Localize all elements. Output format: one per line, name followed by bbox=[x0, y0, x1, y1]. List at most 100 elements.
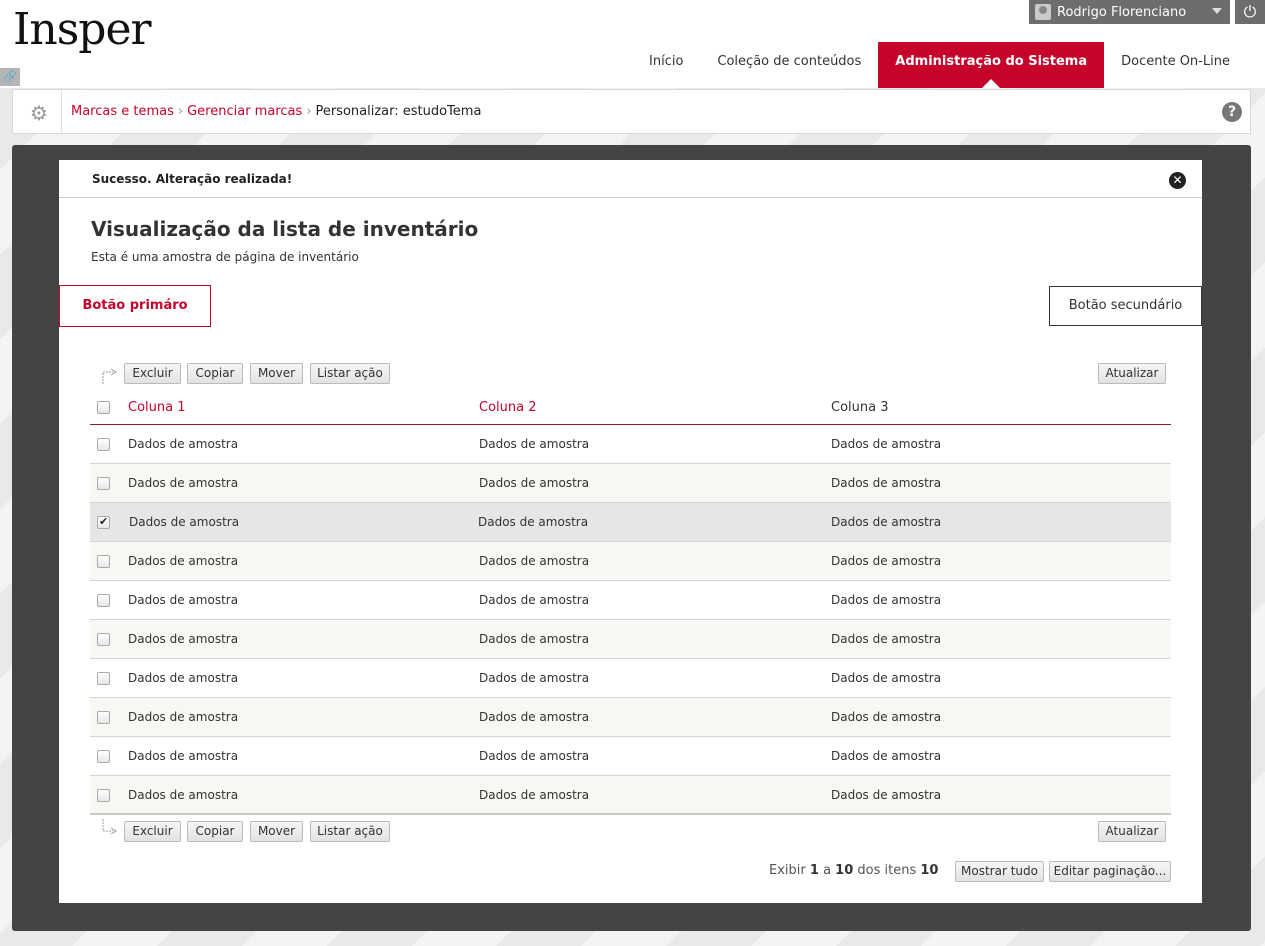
success-message: Sucesso. Alteração realizada! ✕ bbox=[59, 160, 1202, 198]
user-avatar-icon bbox=[1035, 4, 1051, 20]
table-cell: Dados de amostra bbox=[479, 632, 590, 646]
chevron-right-icon: › bbox=[177, 104, 184, 119]
nav-item-colecao[interactable]: Coleção de conteúdos bbox=[700, 42, 878, 88]
refresh-button[interactable]: Atualizar bbox=[1098, 821, 1166, 842]
help-icon[interactable]: ? bbox=[1222, 102, 1242, 122]
user-name: Rodrigo Florenciano bbox=[1057, 4, 1187, 20]
gear-icon[interactable]: ⚙ bbox=[30, 101, 48, 125]
row-checkbox[interactable] bbox=[97, 633, 110, 646]
copy-button[interactable]: Copiar bbox=[187, 363, 243, 384]
table-row: Dados de amostra Dados de amostra Dados … bbox=[90, 464, 1171, 503]
primary-button[interactable]: Botão primáro bbox=[59, 285, 211, 327]
move-button[interactable]: Mover bbox=[250, 363, 303, 384]
table-row: Dados de amostra Dados de amostra Dados … bbox=[90, 698, 1171, 737]
breadcrumb-current: Personalizar: estudoTema bbox=[315, 104, 482, 119]
table-cell: Dados de amostra bbox=[128, 632, 239, 646]
row-checkbox[interactable] bbox=[97, 477, 110, 490]
main-nav: Início Coleção de conteúdos Administraçã… bbox=[632, 42, 1247, 88]
table-cell: Dados de amostra bbox=[128, 476, 239, 490]
pagination-show-label: Exibir bbox=[769, 863, 806, 878]
table-cell: Dados de amostra bbox=[479, 671, 590, 685]
table-cell: Dados de amostra bbox=[831, 593, 942, 607]
breadcrumb: ⚙ Marcas e temas › Gerenciar marcas › Person… bbox=[12, 89, 1251, 134]
insper-logo[interactable]: Insper bbox=[13, 4, 152, 55]
select-all-checkbox[interactable] bbox=[97, 401, 110, 414]
inventory-preview-panel: Sucesso. Alteração realizada! ✕ Visualiz… bbox=[59, 160, 1202, 903]
move-button[interactable]: Mover bbox=[250, 821, 303, 842]
table-row: Dados de amostra Dados de amostra Dados … bbox=[90, 737, 1171, 776]
table-body: Dados de amostra Dados de amostra Dados … bbox=[90, 425, 1171, 815]
row-checkbox[interactable] bbox=[97, 438, 110, 451]
table-cell: Dados de amostra bbox=[129, 515, 240, 529]
column-header-1[interactable]: Coluna 1 bbox=[128, 400, 186, 415]
logout-power-icon[interactable]: ⏻ bbox=[1235, 0, 1265, 24]
table-cell: Dados de amostra bbox=[128, 437, 239, 451]
chevron-right-icon: › bbox=[306, 104, 312, 119]
row-checkbox[interactable] bbox=[97, 750, 110, 763]
selection-arrow-icon bbox=[102, 819, 117, 835]
breadcrumb-marcas-temas[interactable]: Marcas e temas bbox=[71, 104, 174, 119]
secondary-button[interactable]: Botão secundário bbox=[1049, 286, 1202, 326]
row-checkbox[interactable] bbox=[97, 789, 110, 802]
row-checkbox[interactable] bbox=[97, 672, 110, 685]
table-cell: Dados de amostra bbox=[479, 749, 590, 763]
list-action-button[interactable]: Listar ação bbox=[310, 821, 390, 842]
table-cell: Dados de amostra bbox=[479, 476, 590, 490]
breadcrumb-gerenciar-marcas[interactable]: Gerenciar marcas bbox=[187, 104, 302, 119]
user-menu[interactable]: Rodrigo Florenciano bbox=[1029, 0, 1230, 24]
table-row: Dados de amostra Dados de amostra Dados … bbox=[90, 503, 1171, 542]
quick-links-icon[interactable]: 🔗 bbox=[0, 68, 20, 86]
edit-pagination-button[interactable]: Editar paginação... bbox=[1049, 861, 1171, 882]
table-cell: Dados de amostra bbox=[479, 554, 590, 568]
table-cell: Dados de amostra bbox=[128, 554, 239, 568]
show-all-button[interactable]: Mostrar tudo bbox=[955, 861, 1044, 882]
pagination-to: 10 bbox=[835, 863, 854, 878]
pagination-to-word: a bbox=[823, 863, 832, 878]
table-cell: Dados de amostra bbox=[479, 437, 590, 451]
table-cell: Dados de amostra bbox=[831, 788, 942, 802]
table-cell: Dados de amostra bbox=[831, 671, 942, 685]
table-cell: Dados de amostra bbox=[831, 554, 942, 568]
close-icon[interactable]: ✕ bbox=[1169, 172, 1186, 189]
table-cell: Dados de amostra bbox=[478, 515, 589, 529]
row-checkbox[interactable] bbox=[97, 555, 110, 568]
table-row: Dados de amostra Dados de amostra Dados … bbox=[90, 776, 1171, 815]
pagination-from: 1 bbox=[809, 863, 819, 878]
delete-button[interactable]: Excluir bbox=[124, 363, 181, 384]
list-action-button[interactable]: Listar ação bbox=[310, 363, 390, 384]
column-header-2[interactable]: Coluna 2 bbox=[479, 400, 537, 415]
nav-item-administracao[interactable]: Administração do Sistema bbox=[878, 42, 1105, 88]
table-cell: Dados de amostra bbox=[128, 671, 239, 685]
pagination-of-items: dos itens bbox=[857, 863, 917, 878]
chevron-down-icon bbox=[1212, 8, 1222, 14]
refresh-button[interactable]: Atualizar bbox=[1098, 363, 1166, 384]
row-checkbox[interactable] bbox=[97, 515, 110, 529]
table-cell: Dados de amostra bbox=[479, 788, 590, 802]
table-cell: Dados de amostra bbox=[479, 593, 590, 607]
copy-button[interactable]: Copiar bbox=[187, 821, 243, 842]
delete-button[interactable]: Excluir bbox=[124, 821, 181, 842]
table-cell: Dados de amostra bbox=[128, 710, 239, 724]
table-cell: Dados de amostra bbox=[479, 710, 590, 724]
table-cell: Dados de amostra bbox=[128, 788, 239, 802]
row-checkbox[interactable] bbox=[97, 711, 110, 724]
pagination-summary: Exibir 1 a 10 dos itens 10 bbox=[769, 863, 938, 878]
selection-arrow-icon bbox=[102, 368, 117, 384]
column-header-3: Coluna 3 bbox=[831, 400, 889, 415]
table-row: Dados de amostra Dados de amostra Dados … bbox=[90, 581, 1171, 620]
table-row: Dados de amostra Dados de amostra Dados … bbox=[90, 659, 1171, 698]
page-title: Visualização da lista de inventário bbox=[91, 217, 479, 241]
table-cell: Dados de amostra bbox=[128, 593, 239, 607]
nav-item-inicio[interactable]: Início bbox=[632, 42, 700, 88]
table-row: Dados de amostra Dados de amostra Dados … bbox=[90, 620, 1171, 659]
table-row: Dados de amostra Dados de amostra Dados … bbox=[90, 542, 1171, 581]
table-cell: Dados de amostra bbox=[831, 515, 942, 529]
table-cell: Dados de amostra bbox=[831, 476, 942, 490]
table-cell: Dados de amostra bbox=[831, 749, 942, 763]
page-subtitle: Esta é uma amostra de página de inventár… bbox=[91, 250, 359, 264]
table-row: Dados de amostra Dados de amostra Dados … bbox=[90, 425, 1171, 464]
top-header: Insper Rodrigo Florenciano ⏻ Início Cole… bbox=[0, 0, 1265, 88]
row-checkbox[interactable] bbox=[97, 594, 110, 607]
nav-item-docente[interactable]: Docente On-Line bbox=[1104, 42, 1247, 88]
success-text: Sucesso. Alteração realizada! bbox=[92, 172, 293, 186]
